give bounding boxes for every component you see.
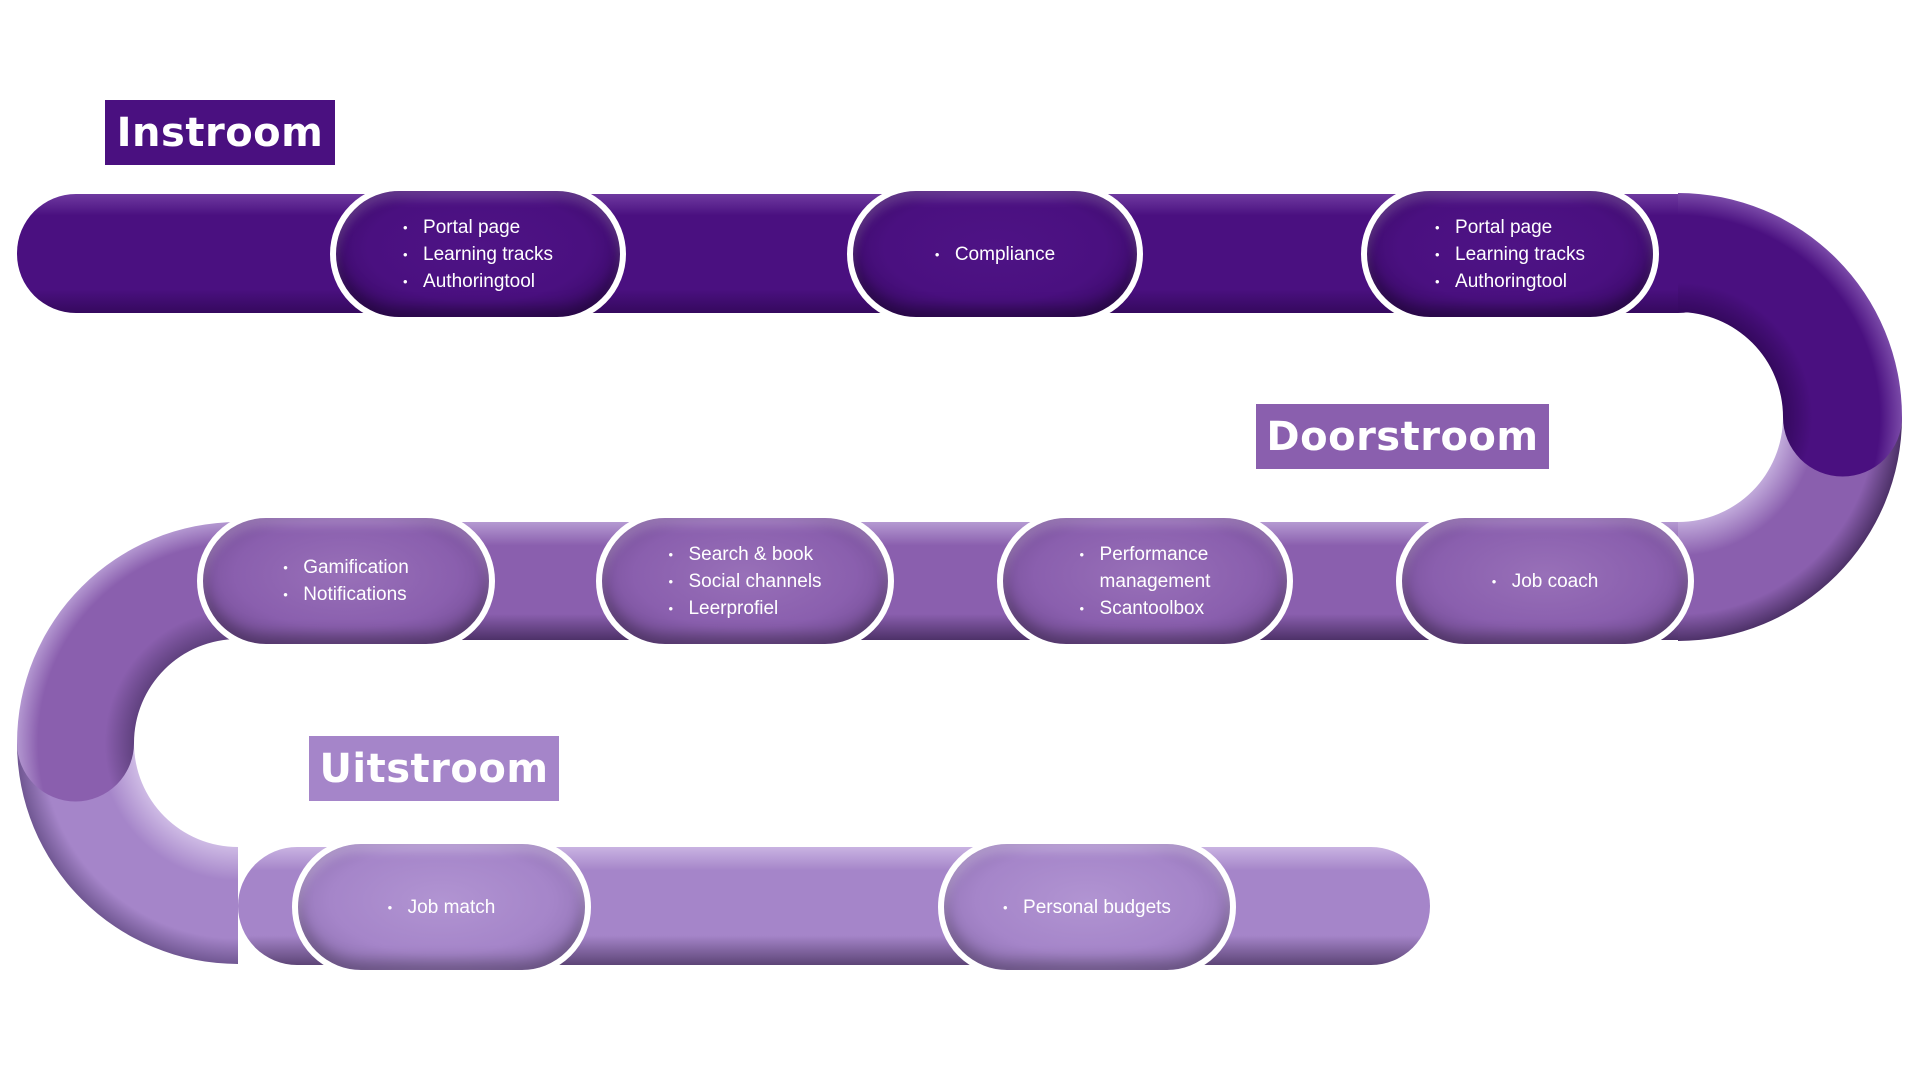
pill-item: Job coach [1492,568,1599,595]
pill-item: Compliance [935,241,1055,268]
pill-item: Learning tracks [1435,241,1585,268]
pill-item: Notifications [283,581,409,608]
arc-right-upper [1678,193,1902,477]
stage-label-uitstroom: Uitstroom [309,736,559,801]
stage-label-instroom: Instroom [105,100,335,165]
pill-item: Gamification [283,554,409,581]
pill-instroom-2: Compliance [847,185,1143,323]
pill-item: Learning tracks [403,241,553,268]
pill-doorstroom-2: Search & book Social channels Leerprofie… [596,512,894,650]
pill-doorstroom-3: Performance management Scantoolbox [997,512,1293,650]
stage-label-doorstroom: Doorstroom [1256,404,1549,469]
pill-item: Portal page [403,214,553,241]
pill-item-continued: management [1099,570,1211,592]
pill-instroom-3: Portal page Learning tracks Authoringtoo… [1361,185,1659,323]
pill-item: Job match [388,894,496,921]
pill-uitstroom-2: Personal budgets [938,838,1236,976]
pill-item: Performance [1080,541,1211,568]
pill-doorstroom-1: Gamification Notifications [197,512,495,650]
pill-item: Search & book [668,541,821,568]
pill-item: Authoringtool [403,268,553,295]
pill-item: Social channels [668,568,821,595]
pill-item: Scantoolbox [1080,595,1211,622]
pill-item: Leerprofiel [668,595,821,622]
pill-item: Portal page [1435,214,1585,241]
pill-instroom-1: Portal page Learning tracks Authoringtoo… [330,185,626,323]
pill-uitstroom-1: Job match [292,838,591,976]
pill-item: Authoringtool [1435,268,1585,295]
pill-item: Personal budgets [1003,894,1171,921]
pill-doorstroom-4: Job coach [1396,512,1694,650]
